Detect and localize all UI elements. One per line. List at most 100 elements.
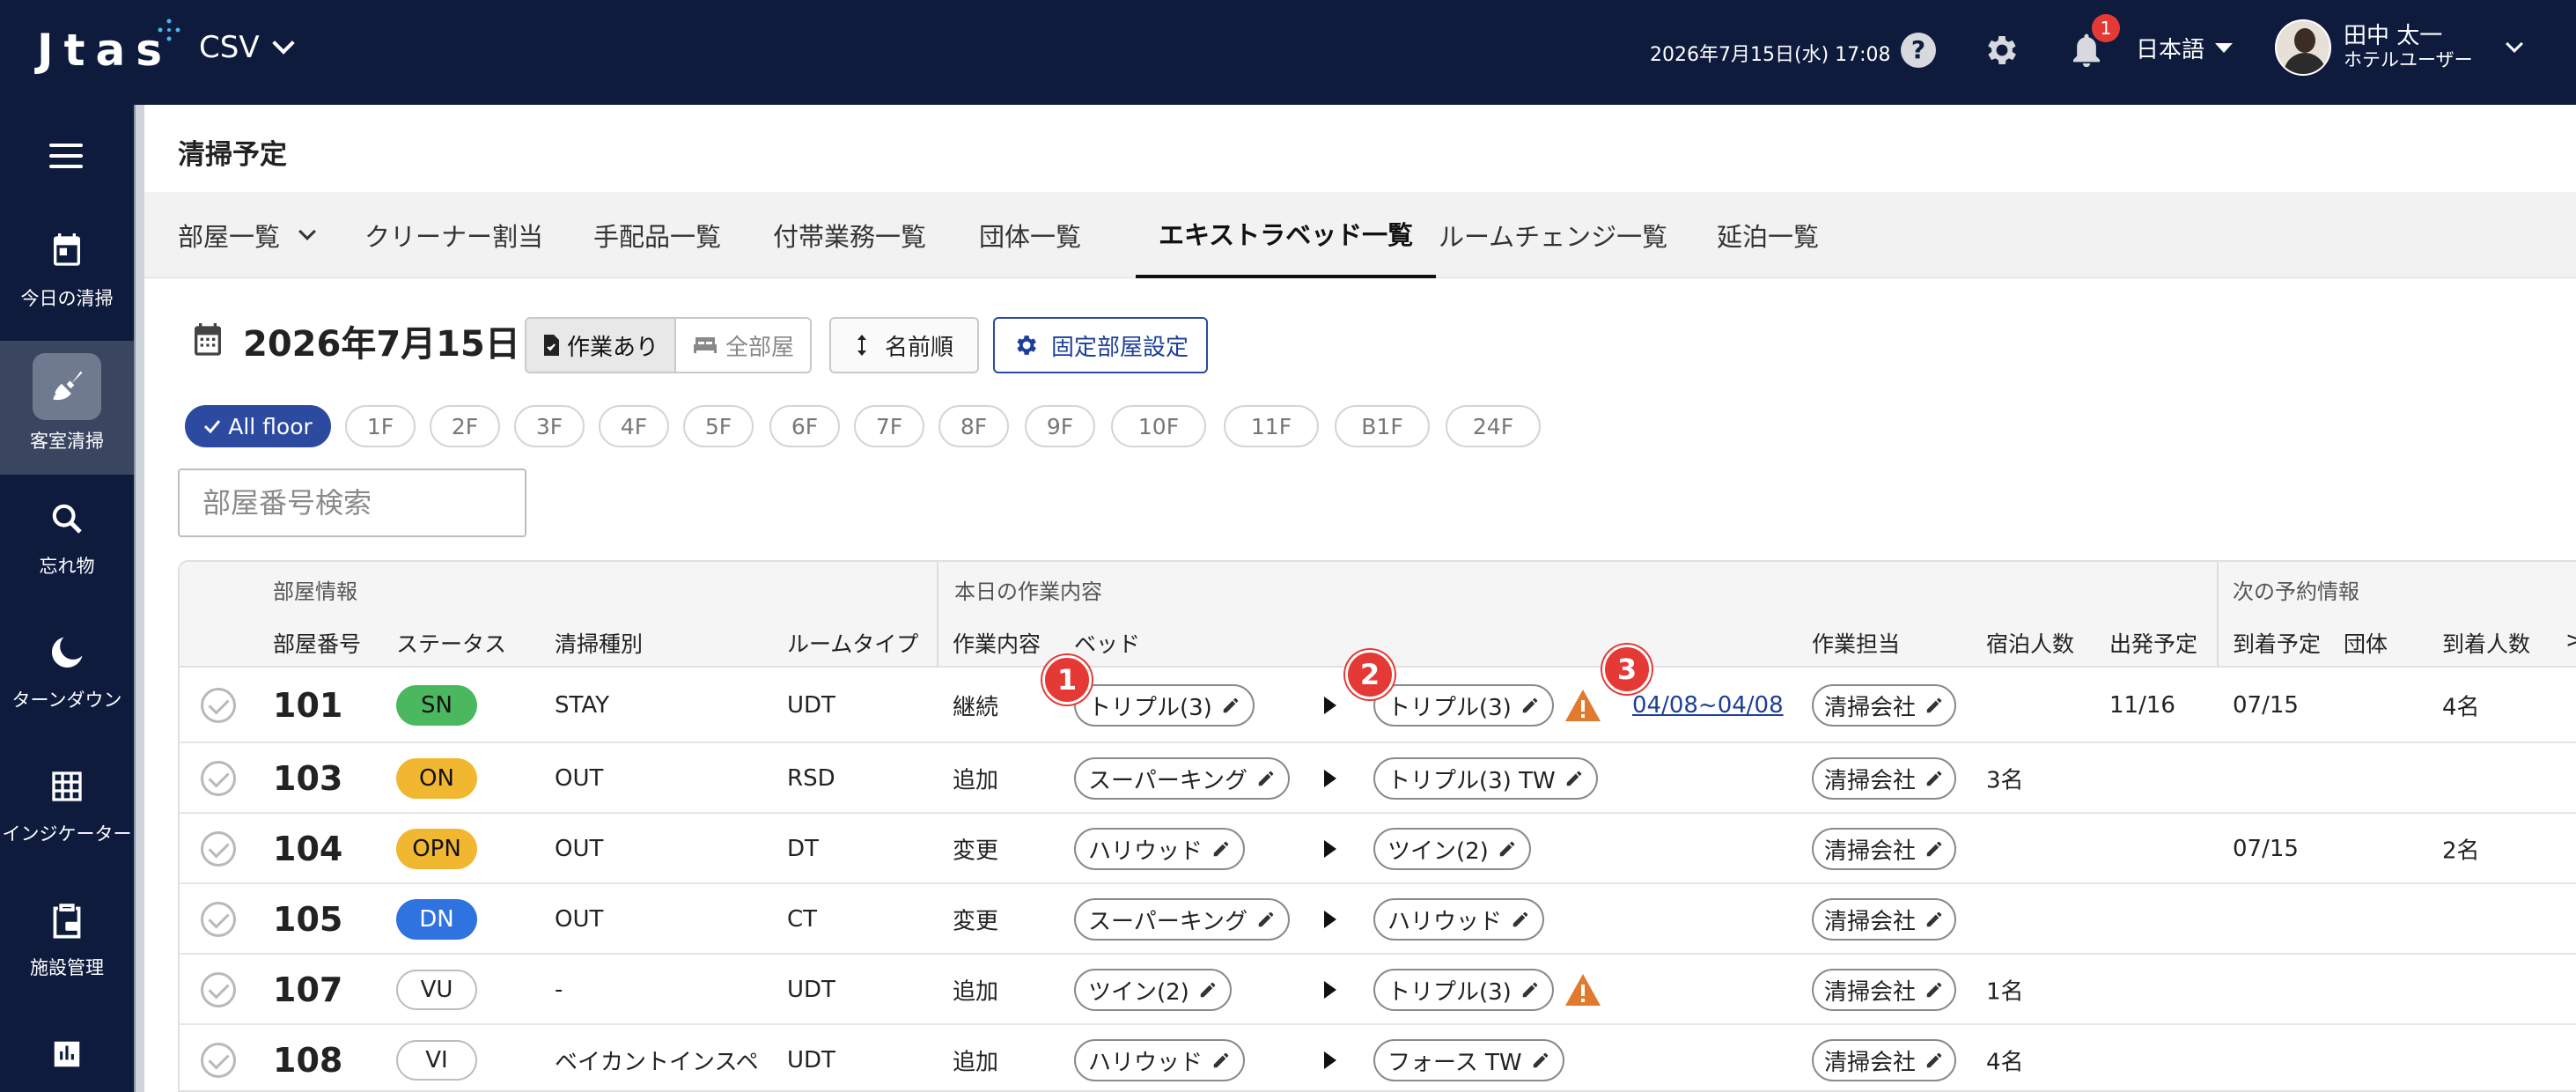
- table-row[interactable]: 104 OPN OUT DT 変更 ハリウッド ツイン(2) 清掃会社 07/15 2名: [180, 814, 2576, 884]
- tab-groups[interactable]: 団体一覧: [979, 192, 1081, 278]
- bed-from-chip[interactable]: ツイン(2): [1074, 969, 1232, 1011]
- table-row[interactable]: 105 DN OUT CT 変更 スーパーキング ハリウッド 清掃会社: [180, 884, 2576, 955]
- bed-from-chip[interactable]: ハリウッド: [1074, 1039, 1246, 1081]
- complete-check-icon[interactable]: [201, 902, 236, 937]
- room-number[interactable]: 105: [273, 900, 342, 939]
- app-switcher[interactable]: CSV: [199, 30, 295, 65]
- room-number[interactable]: 101: [273, 686, 342, 725]
- col-bed[interactable]: ベッド: [1074, 627, 1140, 659]
- room-number-search-input[interactable]: [178, 469, 526, 537]
- col-staff[interactable]: 作業担当: [1812, 627, 1900, 659]
- bed-to-chip[interactable]: トリプル(3) TW: [1373, 757, 1598, 800]
- sidebar-item-room-cleaning[interactable]: 客室清掃: [0, 341, 134, 475]
- status-badge[interactable]: ON: [396, 758, 477, 799]
- complete-check-icon[interactable]: [201, 688, 236, 723]
- table-row[interactable]: 107 VU - UDT 追加 ツイン(2) トリプル(3) 清掃会社 1名: [180, 955, 2576, 1025]
- status-badge[interactable]: VI: [396, 1040, 477, 1081]
- warning-badge[interactable]: [1564, 972, 1602, 1007]
- sidebar-item-today-cleaning[interactable]: 今日の清掃: [0, 207, 134, 341]
- col-checkout[interactable]: 出発予定: [2109, 627, 2197, 659]
- tab-room-list[interactable]: 部屋一覧: [178, 192, 316, 278]
- bed-to-chip[interactable]: ハリウッド: [1373, 898, 1545, 941]
- menu-icon[interactable]: [49, 144, 83, 175]
- period-link[interactable]: 04/08~04/08: [1632, 692, 1784, 719]
- floor-chip[interactable]: 24F: [1446, 405, 1541, 447]
- staff-chip[interactable]: 清掃会社: [1812, 1039, 1957, 1081]
- fixed-room-settings-button[interactable]: 固定部屋設定: [993, 317, 1208, 373]
- sidebar-item-analytics[interactable]: [0, 1010, 134, 1092]
- sidebar-item-facility[interactable]: 施設管理: [0, 876, 134, 1010]
- status-badge[interactable]: SN: [396, 685, 477, 726]
- floor-chip[interactable]: 7F: [854, 405, 924, 447]
- status-badge[interactable]: VU: [396, 970, 477, 1010]
- sidebar-item-lost-items[interactable]: 忘れ物: [0, 475, 134, 609]
- tab-cleaner-assignment[interactable]: クリーナー割当: [364, 192, 543, 278]
- tab-extra-bed[interactable]: エキストラベッド一覧: [1136, 192, 1437, 278]
- complete-check-icon[interactable]: [201, 1043, 236, 1078]
- settings-gear-icon[interactable]: [1980, 28, 2024, 72]
- bed-from-chip[interactable]: ハリウッド: [1074, 828, 1246, 870]
- filter-work-button[interactable]: 作業あり: [526, 319, 677, 372]
- floor-chip[interactable]: B1F: [1335, 405, 1430, 447]
- col-clean-type[interactable]: 清掃種別: [555, 627, 643, 659]
- warning-badge[interactable]: [1564, 688, 1602, 723]
- bed-from-chip[interactable]: トリプル(3): [1074, 684, 1255, 727]
- tab-arrangements[interactable]: 手配品一覧: [593, 192, 721, 278]
- staff-chip[interactable]: 清掃会社: [1812, 828, 1957, 870]
- room-number[interactable]: 107: [273, 970, 342, 1009]
- tab-room-change[interactable]: ルームチェンジ一覧: [1439, 192, 1667, 278]
- sidebar-item-indicator[interactable]: インジケーター: [0, 742, 134, 876]
- floor-chip[interactable]: 10F: [1111, 405, 1206, 447]
- col-work[interactable]: 作業内容: [953, 627, 1041, 659]
- floor-chip[interactable]: 5F: [683, 405, 754, 447]
- bed-to-chip[interactable]: ツイン(2): [1373, 828, 1531, 870]
- date-selector[interactable]: 2026年7月15日: [190, 315, 520, 366]
- bed-to-chip[interactable]: トリプル(3): [1373, 684, 1554, 727]
- help-icon[interactable]: ?: [1896, 28, 1940, 72]
- col-room-type[interactable]: ルームタイプ: [787, 627, 918, 659]
- floor-chip[interactable]: 11F: [1224, 405, 1319, 447]
- col-arrival-count[interactable]: 到着人数: [2442, 627, 2530, 659]
- floor-chip[interactable]: 8F: [938, 405, 1009, 447]
- room-number[interactable]: 108: [273, 1041, 342, 1080]
- complete-check-icon[interactable]: [201, 831, 236, 867]
- col-arrival[interactable]: 到着予定: [2233, 627, 2321, 659]
- user-menu[interactable]: 田中 太一 ホテルユーザー: [2275, 19, 2523, 76]
- sort-button[interactable]: 名前順: [829, 317, 979, 373]
- floor-chip-all[interactable]: All floor: [185, 405, 331, 447]
- complete-check-icon[interactable]: [201, 972, 236, 1007]
- col-group[interactable]: 団体: [2344, 627, 2388, 659]
- staff-chip[interactable]: 清掃会社: [1812, 757, 1957, 800]
- tab-extended-stay[interactable]: 延泊一覧: [1717, 192, 1819, 278]
- staff-chip[interactable]: 清掃会社: [1812, 969, 1957, 1011]
- sidebar-scrollbar[interactable]: [134, 105, 144, 1092]
- language-selector[interactable]: 日本語: [2136, 32, 2234, 64]
- floor-chip[interactable]: 4F: [599, 405, 669, 447]
- floor-chip[interactable]: 9F: [1025, 405, 1095, 447]
- col-guests[interactable]: 宿泊人数: [1986, 627, 2074, 659]
- bed-to-chip[interactable]: トリプル(3): [1373, 969, 1554, 1011]
- staff-chip[interactable]: 清掃会社: [1812, 684, 1957, 727]
- staff-chip[interactable]: 清掃会社: [1812, 898, 1957, 941]
- col-more[interactable]: >: [2565, 627, 2576, 653]
- app-logo[interactable]: Jtas: [37, 25, 173, 76]
- bed-from-chip[interactable]: スーパーキング: [1074, 898, 1290, 941]
- status-badge[interactable]: DN: [396, 899, 477, 940]
- bed-to-chip[interactable]: フォース TW: [1373, 1039, 1564, 1081]
- complete-check-icon[interactable]: [201, 761, 236, 796]
- floor-chip[interactable]: 2F: [430, 405, 500, 447]
- bed-from-chip[interactable]: スーパーキング: [1074, 757, 1290, 800]
- floor-chip[interactable]: 3F: [514, 405, 585, 447]
- floor-chip[interactable]: 1F: [345, 405, 416, 447]
- floor-chip[interactable]: 6F: [769, 405, 840, 447]
- status-badge[interactable]: OPN: [396, 829, 477, 869]
- sidebar-item-turndown[interactable]: ターンダウン: [0, 609, 134, 742]
- col-room-no[interactable]: 部屋番号: [273, 627, 361, 659]
- filter-all-button[interactable]: 全部屋: [676, 319, 811, 372]
- table-row[interactable]: 103 ON OUT RSD 追加 スーパーキング トリプル(3) TW 清掃会社 3名: [180, 743, 2576, 814]
- room-number[interactable]: 103: [273, 759, 342, 798]
- table-row[interactable]: 108 VI ベイカントインスペ UDT 追加 ハリウッド フォース TW 清掃会社 4名: [180, 1025, 2576, 1090]
- room-number[interactable]: 104: [273, 830, 342, 868]
- col-status[interactable]: ステータス: [396, 627, 506, 659]
- tab-ancillary-tasks[interactable]: 付帯業務一覧: [773, 192, 926, 278]
